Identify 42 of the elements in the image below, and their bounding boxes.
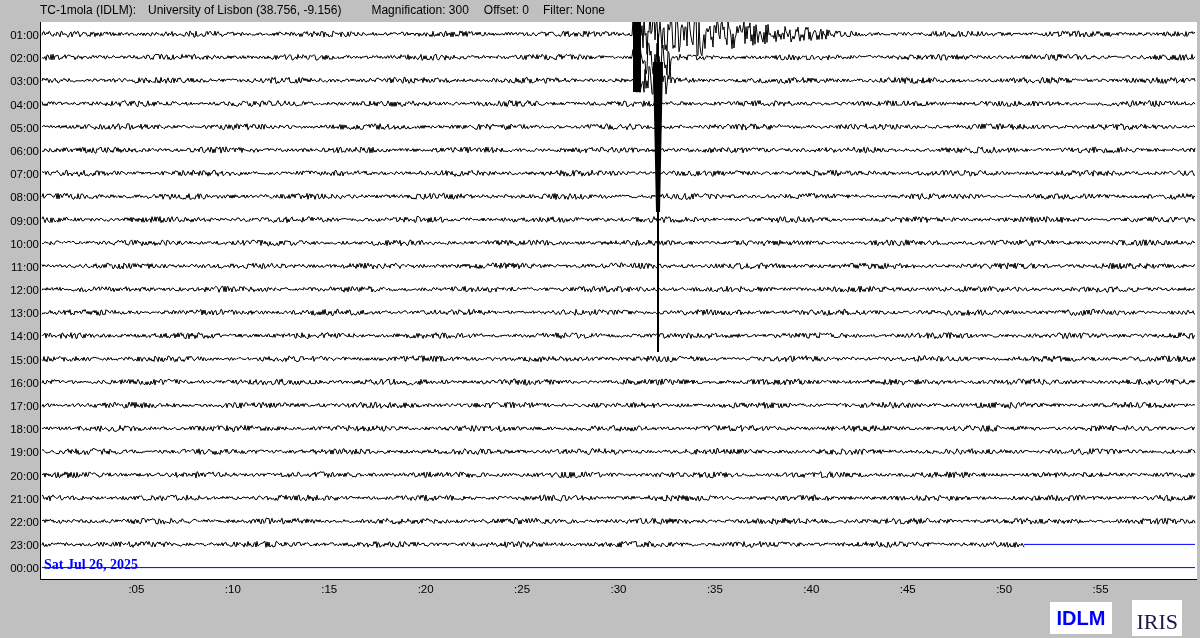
hour-label: 22:00 [9,514,40,530]
station-location: University of Lisbon (38.756, -9.156) [148,3,342,17]
hour-label: 14:00 [9,329,40,345]
minute-tick-label: :10 [224,583,241,595]
hour-label: 20:00 [9,468,40,484]
minute-tick-label: :50 [996,583,1013,595]
hour-label: 02:00 [9,51,40,67]
hour-label: 12:00 [9,283,40,299]
minute-tick-label: :15 [321,583,338,595]
minute-tick-label: :25 [514,583,531,595]
network-logo: IDLM [1049,602,1113,634]
offset-text: Offset: 0 [483,3,529,17]
magnification-text: Magnification: 300 [371,3,469,17]
hour-label: 03:00 [9,74,40,90]
org-logo: IRIS [1132,600,1182,636]
minute-tick-label: :35 [706,583,723,595]
hour-label: 18:00 [9,422,40,438]
hour-label: 13:00 [9,306,40,322]
hour-label: 01:00 [9,28,40,43]
hour-label: 04:00 [9,97,40,113]
hour-label: 07:00 [9,167,40,183]
hour-label: 05:00 [9,120,40,136]
hour-label: 09:00 [9,213,40,229]
hour-label: 11:00 [10,259,40,275]
hour-label: 17:00 [9,399,40,414]
hour-label: 23:00 [9,538,40,554]
filter-text: Filter: None [543,3,606,17]
hour-label: 10:00 [9,236,40,252]
hour-label: 06:00 [9,143,40,159]
hour-label: 21:00 [9,491,40,507]
minute-tick-label: :20 [417,583,434,595]
hour-label: 15:00 [9,352,40,368]
station-name: TC-1mola (IDLM): [40,3,136,17]
hour-label: 16:00 [9,375,40,391]
minute-tick-label: :40 [803,583,820,595]
minute-tick-label: :30 [610,583,627,595]
minute-tick-label: :55 [1092,583,1109,595]
hour-label: 00:00 [9,561,40,577]
hour-label: 19:00 [9,445,40,461]
hour-label: 08:00 [9,190,40,206]
minute-tick-label: :45 [899,583,916,595]
minute-tick-label: :05 [128,583,145,595]
